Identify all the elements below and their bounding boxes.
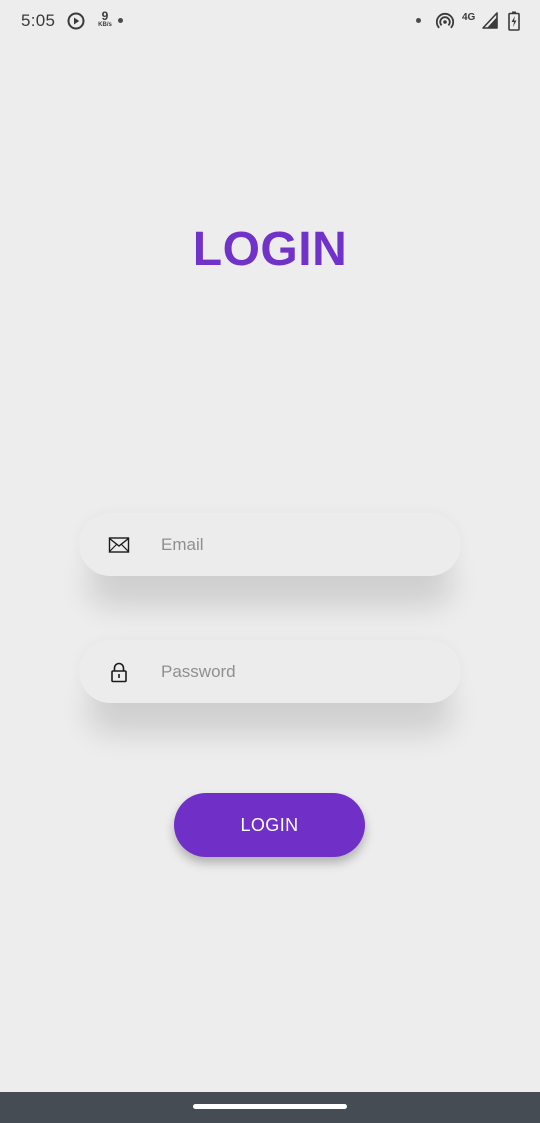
network-speed: 9 KB/s bbox=[94, 10, 116, 28]
email-input[interactable] bbox=[161, 513, 441, 576]
network-speed-value: 9 bbox=[101, 9, 109, 23]
lock-icon bbox=[111, 662, 127, 683]
notification-dot-icon bbox=[416, 18, 421, 23]
navigation-bar bbox=[0, 1092, 540, 1123]
page-title: LOGIN bbox=[192, 223, 348, 276]
email-field[interactable] bbox=[79, 513, 461, 576]
password-input[interactable] bbox=[161, 640, 441, 703]
mail-icon bbox=[108, 537, 130, 553]
network-speed-unit: KB/s bbox=[98, 22, 112, 28]
network-type: 4G bbox=[462, 12, 476, 23]
hotspot-icon bbox=[436, 12, 454, 29]
status-bar: 5:05 9 KB/s 4G bbox=[0, 0, 540, 44]
password-field[interactable] bbox=[79, 640, 461, 703]
login-button[interactable]: LOGIN bbox=[174, 793, 365, 857]
status-time: 5:05 bbox=[21, 11, 56, 30]
battery-charging-icon bbox=[508, 11, 520, 31]
notification-dot-icon bbox=[118, 18, 123, 23]
home-indicator[interactable] bbox=[193, 1104, 347, 1109]
signal-icon bbox=[482, 12, 498, 29]
play-circle-icon bbox=[67, 12, 85, 30]
